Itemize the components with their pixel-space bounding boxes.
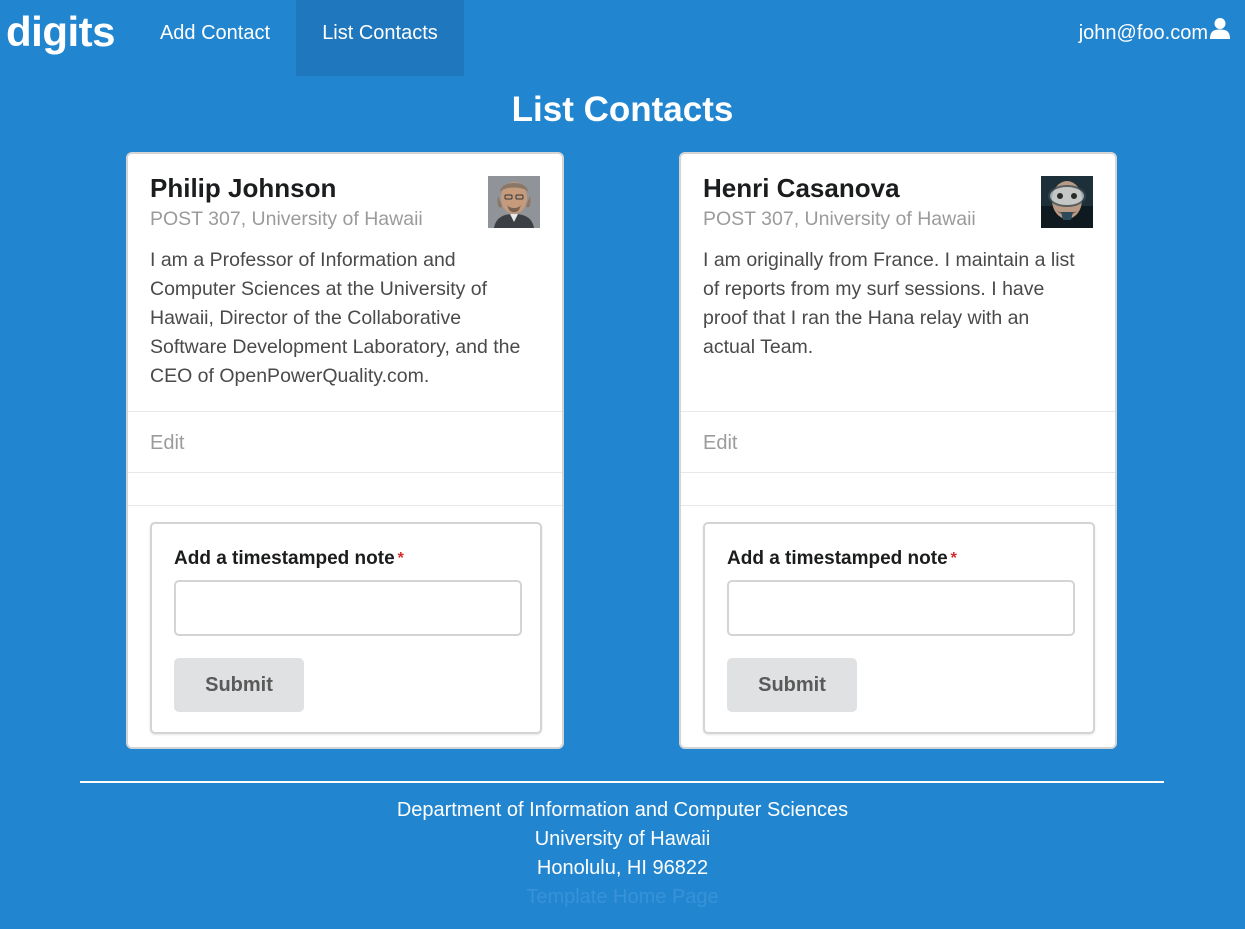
note-input[interactable] <box>727 580 1075 636</box>
contact-name: Henri Casanova <box>703 173 900 203</box>
contact-address: POST 307, University of Hawaii <box>703 208 976 230</box>
contact-avatar <box>1041 176 1093 228</box>
add-note-form: Add a timestamped note * Submit <box>703 522 1095 734</box>
footer-divider <box>80 781 1164 783</box>
user-email: john@foo.com <box>1078 22 1208 44</box>
footer-university: University of Hawaii <box>534 828 711 850</box>
card-header: Philip Johnson POST 307, University of H… <box>150 172 540 234</box>
footer: Department of Information and Computer S… <box>0 796 1245 912</box>
footer-address: Honolulu, HI 96822 <box>536 857 709 879</box>
user-icon <box>1208 0 1231 66</box>
contact-description: I am a Professor of Information and Comp… <box>150 249 521 387</box>
top-navbar: digits Add Contact List Contacts john@fo… <box>0 0 1245 76</box>
contact-card: Philip Johnson POST 307, University of H… <box>126 152 564 749</box>
required-mark: * <box>950 550 957 567</box>
contact-name: Philip Johnson <box>150 173 337 203</box>
contact-avatar <box>488 176 540 228</box>
divider <box>681 411 1115 412</box>
edit-link[interactable]: Edit <box>150 430 184 456</box>
divider <box>128 472 562 473</box>
template-home-link[interactable]: Template Home Page <box>0 883 1245 912</box>
note-label-text: Add a timestamped note <box>727 548 948 569</box>
contact-address: POST 307, University of Hawaii <box>150 208 423 230</box>
divider <box>128 505 562 506</box>
note-label-text: Add a timestamped note <box>174 548 395 569</box>
nav-add-contact[interactable]: Add Contact <box>138 0 292 76</box>
submit-button[interactable]: Submit <box>727 658 857 712</box>
brand-logo[interactable]: digits <box>6 6 116 58</box>
note-input[interactable] <box>174 580 522 636</box>
required-mark: * <box>397 550 404 567</box>
contact-card: Henri Casanova POST 307, University of H… <box>679 152 1117 749</box>
note-label: Add a timestamped note * <box>174 546 404 572</box>
nav-list-contacts[interactable]: List Contacts <box>296 0 464 76</box>
divider <box>681 472 1115 473</box>
add-note-form: Add a timestamped note * Submit <box>150 522 542 734</box>
card-header: Henri Casanova POST 307, University of H… <box>703 172 1093 234</box>
edit-link[interactable]: Edit <box>703 430 737 456</box>
contact-description: I am originally from France. I maintain … <box>703 249 1075 358</box>
divider <box>128 411 562 412</box>
note-label: Add a timestamped note * <box>727 546 957 572</box>
divider <box>681 505 1115 506</box>
footer-department: Department of Information and Computer S… <box>396 799 849 821</box>
page-title: List Contacts <box>511 90 734 129</box>
user-menu[interactable]: john@foo.com <box>1079 0 1231 66</box>
submit-button[interactable]: Submit <box>174 658 304 712</box>
